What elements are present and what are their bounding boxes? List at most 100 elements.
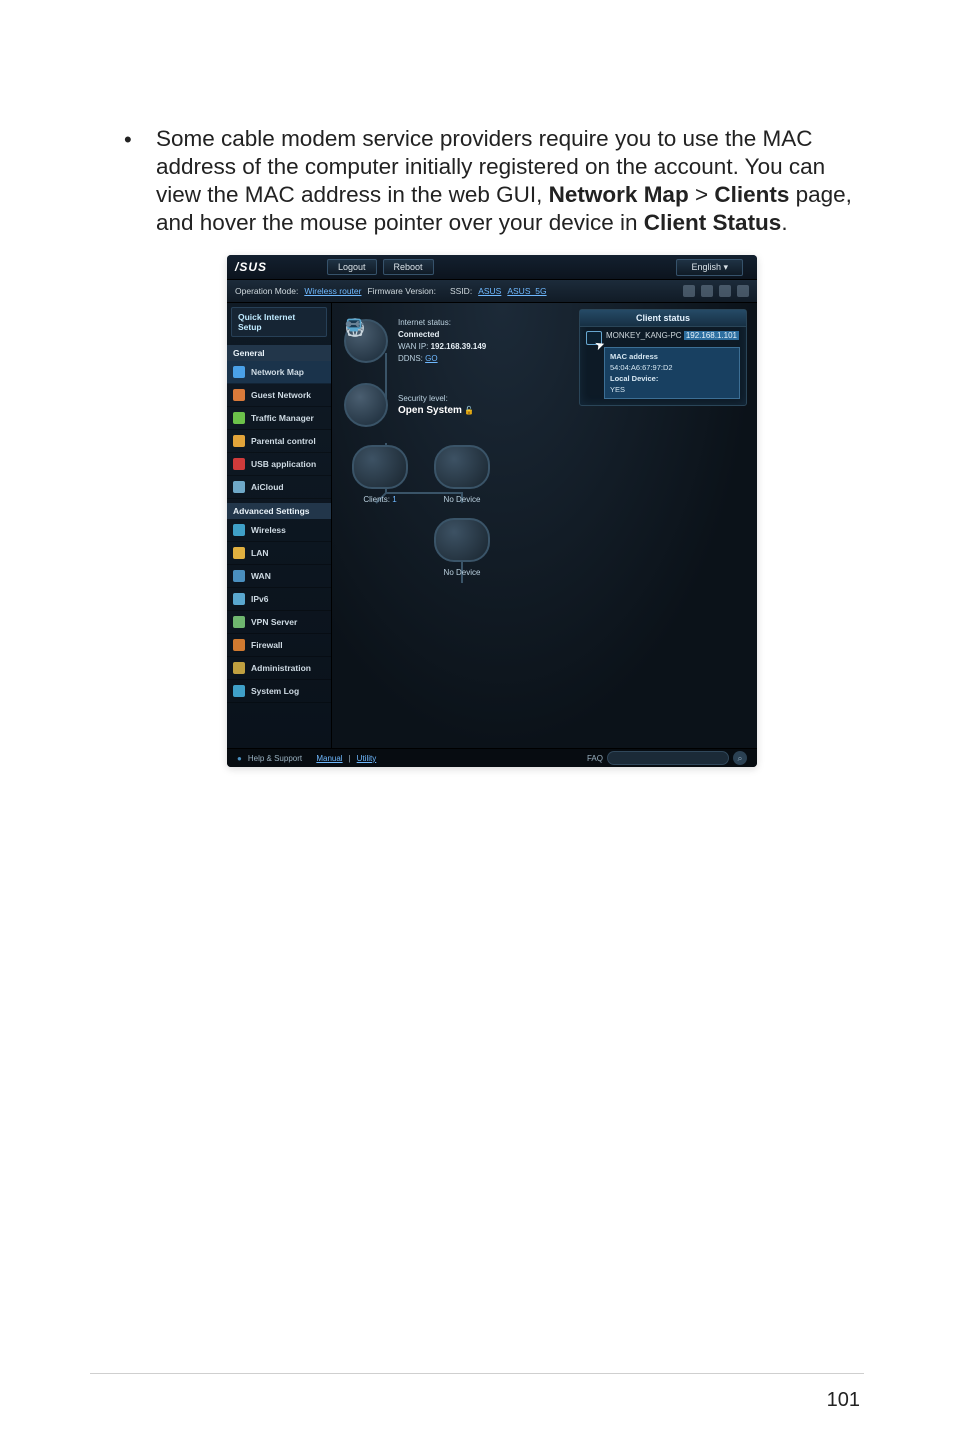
- infobar-icons: [683, 285, 749, 297]
- info-icon-3: [719, 285, 731, 297]
- sidebar-item-system-log[interactable]: System Log: [227, 680, 331, 703]
- info-icon-2: [701, 285, 713, 297]
- fw-label: Firmware Version:: [367, 286, 436, 296]
- faq-label: FAQ: [587, 754, 603, 763]
- clients-label: Clients: 1: [363, 495, 396, 504]
- internet-status-block: Internet status: Connected WAN IP: 192.1…: [398, 317, 486, 365]
- traffic-icon: [233, 412, 245, 424]
- infobar: Operation Mode: Wireless router Firmware…: [227, 280, 757, 303]
- txt-p3: .: [781, 210, 787, 235]
- client-status-panel: Client status MONKEY_KANG-PC 192.168.1.1…: [579, 309, 747, 406]
- utility-link[interactable]: Utility: [357, 754, 377, 763]
- sidebar-item-parental-control[interactable]: Parental control: [227, 430, 331, 453]
- help-label: Help & Support: [248, 754, 302, 763]
- sidebar-item-vpn-server[interactable]: VPN Server: [227, 611, 331, 634]
- content-area: Internet status: Connected WAN IP: 192.1…: [332, 303, 757, 751]
- network-map-icon: [233, 366, 245, 378]
- clients-node[interactable]: [352, 445, 408, 489]
- firewall-icon: [233, 639, 245, 651]
- nav-label: LAN: [251, 548, 268, 558]
- ssid-1[interactable]: ASUS: [478, 286, 501, 296]
- sidebar-item-wan[interactable]: WAN: [227, 565, 331, 588]
- client-ip: 192.168.1.101: [684, 331, 739, 340]
- sidebar-item-wireless[interactable]: Wireless: [227, 519, 331, 542]
- security-label: Security level:: [398, 393, 474, 405]
- clients-text: Clients:: [363, 495, 390, 504]
- page-rule: [90, 1373, 864, 1374]
- sidebar-item-firewall[interactable]: Firewall: [227, 634, 331, 657]
- nav-label: Guest Network: [251, 390, 311, 400]
- op-mode-link[interactable]: Wireless router: [304, 286, 361, 296]
- local-label: Local Device:: [610, 374, 658, 383]
- usb-app-icon: [233, 458, 245, 470]
- client-row[interactable]: MONKEY_KANG-PC 192.168.1.101: [580, 327, 746, 345]
- sidebar-item-network-map[interactable]: Network Map: [227, 361, 331, 384]
- sidebar-item-lan[interactable]: LAN: [227, 542, 331, 565]
- nav-label: Firewall: [251, 640, 283, 650]
- parental-icon: [233, 435, 245, 447]
- nav-label: Parental control: [251, 436, 316, 446]
- client-name: MONKEY_KANG-PC: [606, 331, 682, 340]
- router-icon[interactable]: [344, 383, 388, 427]
- nav-label: USB application: [251, 459, 316, 469]
- manual-link[interactable]: Manual: [316, 754, 342, 763]
- usb-node-2[interactable]: [434, 518, 490, 562]
- admin-icon: [233, 662, 245, 674]
- local-value: YES: [610, 385, 625, 394]
- sep: |: [349, 754, 351, 763]
- txt-b2: Clients: [714, 182, 789, 207]
- txt-b3: Client Status: [644, 210, 782, 235]
- sidebar-item-ipv6[interactable]: IPv6: [227, 588, 331, 611]
- ipv6-icon: [233, 593, 245, 605]
- wireless-icon: [233, 524, 245, 536]
- info-icon-1: [683, 285, 695, 297]
- usb-node-1[interactable]: [434, 445, 490, 489]
- search-icon[interactable]: ⌕: [733, 751, 747, 765]
- usb-label-1: No Device: [444, 495, 481, 504]
- sidebar-item-administration[interactable]: Administration: [227, 657, 331, 680]
- router-screenshot: /SUS Logout Reboot English ▾ Operation M…: [227, 255, 757, 767]
- client-tooltip: MAC address 54:04:A6:67:97:D2 Local Devi…: [604, 347, 740, 399]
- nav-label: Wireless: [251, 525, 286, 535]
- info-icon-4: [737, 285, 749, 297]
- instruction-text: Some cable modem service providers requi…: [156, 125, 864, 237]
- language-select[interactable]: English ▾: [676, 259, 743, 276]
- nav-label: WAN: [251, 571, 271, 581]
- logout-button[interactable]: Logout: [327, 259, 377, 275]
- security-block: Security level: Open System 🔓: [398, 393, 474, 417]
- sidebar-item-guest-network[interactable]: Guest Network: [227, 384, 331, 407]
- bullet: •: [120, 125, 156, 237]
- ssid-2[interactable]: ASUS_5G: [507, 286, 546, 296]
- ddns-link[interactable]: GO: [425, 354, 437, 363]
- quick-internet-setup[interactable]: Quick Internet Setup: [231, 307, 327, 337]
- nav-label: Traffic Manager: [251, 413, 314, 423]
- globe-icon[interactable]: [344, 319, 388, 363]
- sidebar: Quick Internet Setup General Network Map…: [227, 303, 332, 751]
- client-status-header: Client status: [580, 310, 746, 327]
- security-value: Open System: [398, 405, 462, 416]
- wan-ip-label: WAN IP:: [398, 342, 428, 351]
- footer-bar: ● Help & Support Manual | Utility FAQ ⌕: [227, 748, 757, 767]
- syslog-icon: [233, 685, 245, 697]
- txt-gt: >: [689, 182, 715, 207]
- sidebar-item-aicloud[interactable]: AiCloud: [227, 476, 331, 499]
- sidebar-item-usb-application[interactable]: USB application: [227, 453, 331, 476]
- language-label: English: [691, 262, 721, 272]
- guest-network-icon: [233, 389, 245, 401]
- vpn-icon: [233, 616, 245, 628]
- page-number: 101: [827, 1389, 860, 1412]
- lan-icon: [233, 547, 245, 559]
- faq-input[interactable]: [607, 751, 729, 765]
- sidebar-item-traffic-manager[interactable]: Traffic Manager: [227, 407, 331, 430]
- nav-label: AiCloud: [251, 482, 284, 492]
- mac-value: 54:04:A6:67:97:D2: [610, 363, 673, 372]
- internet-status-value: Connected: [398, 330, 439, 339]
- usb-label-2: No Device: [444, 568, 481, 577]
- aicloud-icon: [233, 481, 245, 493]
- nav-label: VPN Server: [251, 617, 297, 627]
- nav-label: IPv6: [251, 594, 269, 604]
- reboot-button[interactable]: Reboot: [383, 259, 434, 275]
- nav-label: Administration: [251, 663, 311, 673]
- clients-count: 1: [392, 495, 396, 504]
- section-advanced: Advanced Settings: [227, 503, 331, 519]
